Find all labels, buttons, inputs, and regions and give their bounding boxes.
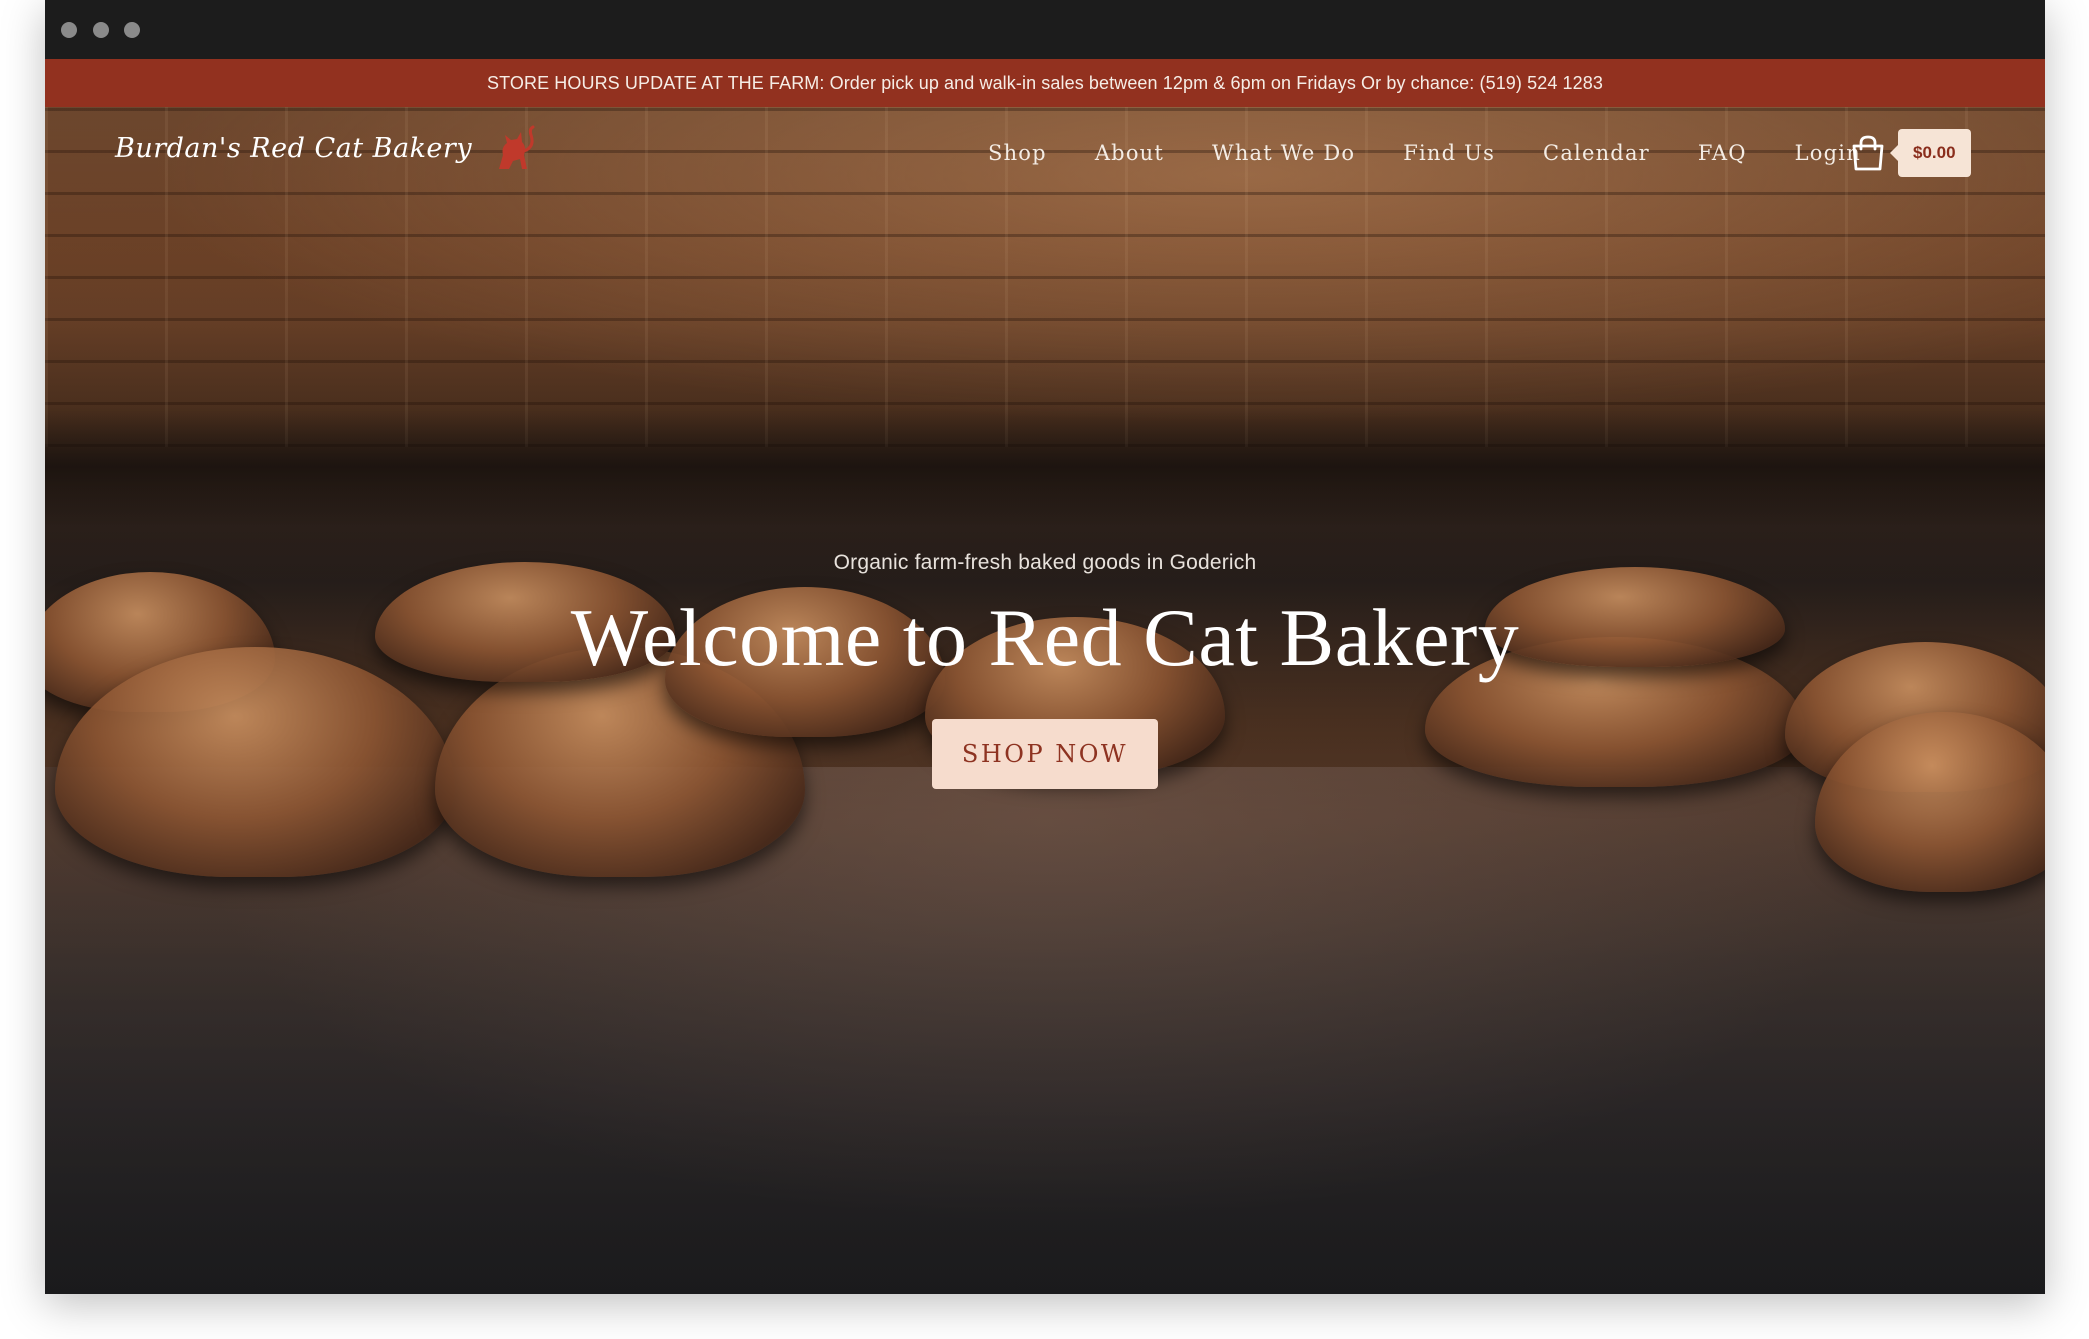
nav-item-calendar[interactable]: Calendar: [1543, 141, 1650, 165]
browser-window: STORE HOURS UPDATE AT THE FARM: Order pi…: [45, 0, 2045, 1294]
shop-now-button[interactable]: SHOP NOW: [931, 719, 1159, 790]
window-titlebar: [45, 0, 2045, 59]
announcement-bar: STORE HOURS UPDATE AT THE FARM: Order pi…: [45, 59, 2045, 107]
site-header: Burdan's Red Cat Bakery Shop About What …: [45, 107, 2045, 195]
nav-item-shop[interactable]: Shop: [988, 141, 1047, 165]
nav-item-what-we-do[interactable]: What We Do: [1212, 141, 1355, 165]
window-maximize-dot[interactable]: [124, 22, 140, 38]
hero-title: Welcome to Red Cat Bakery: [570, 592, 1520, 683]
hero-content: Organic farm-fresh baked goods in Goderi…: [45, 551, 2045, 790]
hero-subtitle: Organic farm-fresh baked goods in Goderi…: [833, 551, 1257, 574]
nav-item-about[interactable]: About: [1095, 141, 1164, 165]
cart-total[interactable]: $0.00: [1890, 129, 1971, 177]
window-minimize-dot[interactable]: [93, 22, 109, 38]
window-close-dot[interactable]: [61, 22, 77, 38]
nav-item-find-us[interactable]: Find Us: [1403, 141, 1495, 165]
site-logo[interactable]: Burdan's Red Cat Bakery: [115, 125, 535, 171]
shopping-bag-icon: [1852, 135, 1884, 171]
logo-text: Burdan's Red Cat Bakery: [115, 132, 473, 164]
nav-item-faq[interactable]: FAQ: [1698, 141, 1747, 165]
main-navigation: Shop About What We Do Find Us Calendar F…: [988, 133, 1861, 173]
cart-button[interactable]: $0.00: [1850, 129, 1971, 177]
hero-background-shadow: [45, 407, 2045, 527]
red-cat-icon: [499, 125, 535, 169]
